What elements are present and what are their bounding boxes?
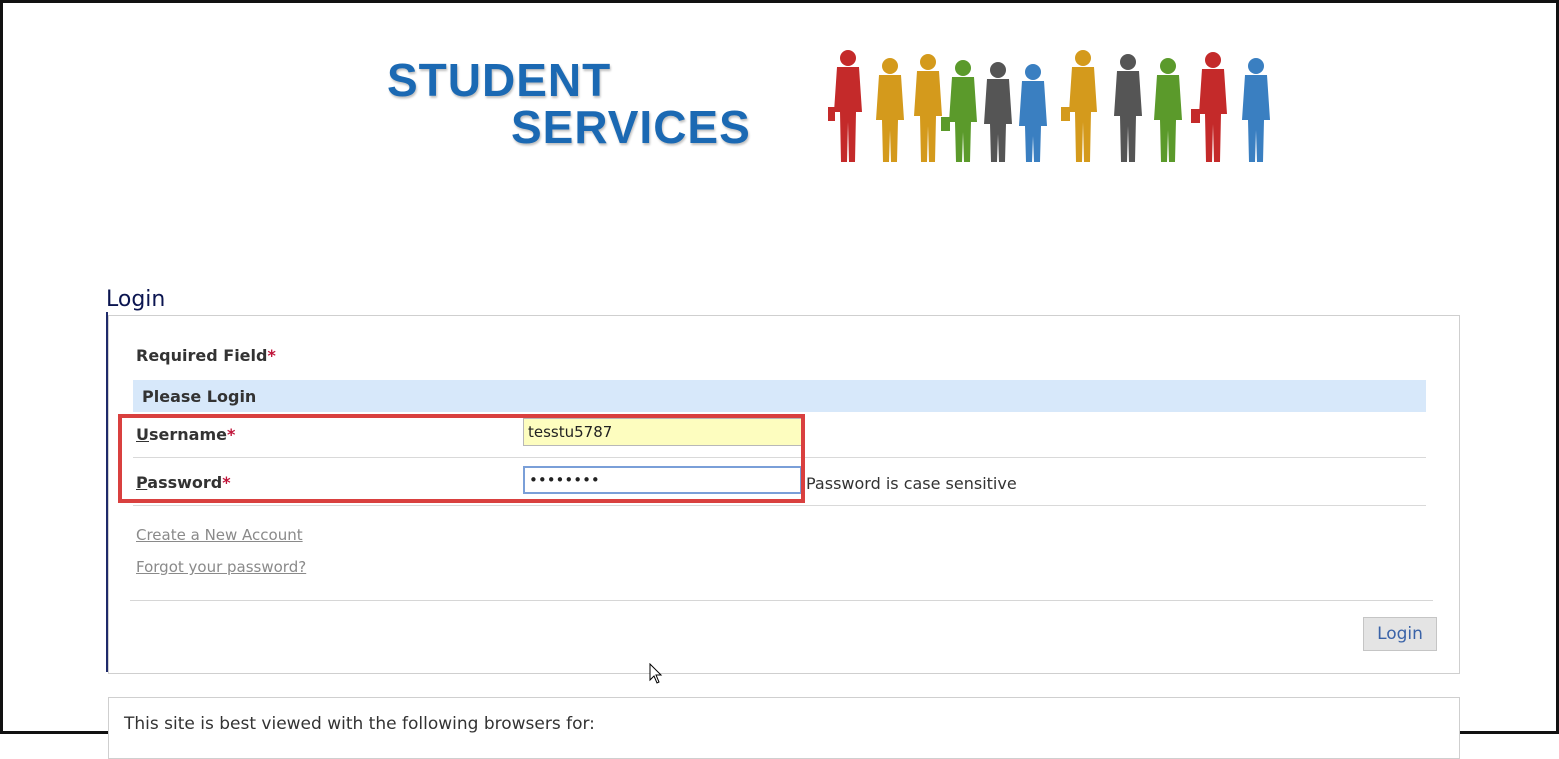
person-silhouette <box>1019 64 1047 162</box>
login-button[interactable]: Login <box>1363 617 1437 651</box>
browser-note: This site is best viewed with the follow… <box>124 714 595 734</box>
mouse-cursor-icon <box>649 663 663 684</box>
person-silhouette <box>876 58 904 162</box>
required-field-label: Required Field <box>136 346 268 365</box>
please-login-label: Please Login <box>142 387 257 406</box>
required-star: * <box>267 346 276 365</box>
people-silhouettes-icon <box>828 50 1270 162</box>
login-title-rule <box>106 312 108 672</box>
person-silhouette <box>1114 54 1142 162</box>
person-silhouette <box>914 54 942 162</box>
please-login-header: Please Login <box>133 380 1426 412</box>
required-field-note: Required Field* <box>136 346 276 365</box>
form-footer-divider <box>130 600 1433 601</box>
person-silhouette <box>984 62 1012 162</box>
highlight-annotation-box <box>118 414 805 503</box>
person-silhouette <box>941 60 977 162</box>
person-silhouette <box>1154 58 1182 162</box>
person-silhouette <box>1242 58 1270 162</box>
forgot-password-link[interactable]: Forgot your password? <box>136 558 306 576</box>
row-divider <box>133 505 1426 506</box>
create-account-link[interactable]: Create a New Account <box>136 526 303 544</box>
page-title: Login <box>106 287 166 312</box>
password-hint: Password is case sensitive <box>806 474 1017 493</box>
person-silhouette <box>828 50 862 162</box>
person-silhouette <box>1191 52 1227 162</box>
logo-text-line1: STUDENT <box>387 54 612 106</box>
person-silhouette <box>1061 50 1097 162</box>
logo-text-line2: SERVICES <box>511 101 751 153</box>
